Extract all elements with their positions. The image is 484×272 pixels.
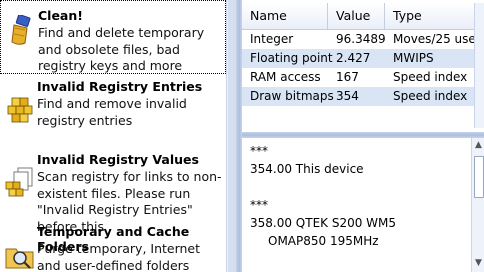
cell-value: 354	[336, 89, 359, 103]
tool-item-invalid-registry-entries[interactable]: Invalid Registry Entries Find and remove…	[0, 78, 226, 148]
cell-type: Speed index	[393, 89, 468, 103]
broom-icon	[11, 15, 31, 45]
registry-blocks-icon	[7, 97, 33, 123]
table-scrollbar[interactable]	[474, 3, 484, 128]
registry-files-icon	[5, 167, 33, 197]
tool-description: Find and remove invalid registry entries	[37, 96, 187, 128]
cell-name: Draw bitmaps	[250, 89, 334, 103]
cell-name: RAM access	[250, 70, 321, 84]
benchmark-table: Name Value Type Integer 96.3489 Moves/25…	[242, 0, 484, 130]
tool-description: Purge temporary, Internet and user-defin…	[37, 241, 201, 272]
cell-type: MWIPS	[393, 51, 434, 65]
log-scrollbar[interactable]: ▲ ▼	[471, 138, 484, 272]
tool-description: Find and delete temporary and obsolete f…	[38, 25, 205, 73]
cell-value: 96.3489	[336, 32, 386, 46]
column-header-name[interactable]: Name	[242, 3, 328, 29]
benchmark-panel: Name Value Type Integer 96.3489 Moves/25…	[242, 0, 484, 272]
tools-scrollbar-thumb[interactable]	[228, 0, 236, 272]
scroll-up-icon[interactable]: ▲	[475, 140, 482, 150]
log-line-reference-device: 358.00 QTEK S200 WM5	[250, 216, 397, 230]
tools-list: Clean! Find and delete temporary and obs…	[0, 0, 236, 272]
cell-value: 2.427	[336, 51, 371, 65]
tool-item-clean[interactable]: Clean! Find and delete temporary and obs…	[0, 0, 226, 74]
scroll-down-icon[interactable]: ▼	[475, 258, 482, 268]
tool-title: Clean!	[38, 8, 83, 23]
log-separator: ***	[250, 144, 268, 158]
cell-type: Moves/25 usec	[393, 32, 483, 46]
cell-name: Integer	[250, 32, 294, 46]
tool-title: Invalid Registry Values	[37, 152, 199, 167]
cell-type: Speed index	[393, 70, 468, 84]
tool-item-invalid-registry-values[interactable]: Invalid Registry Values Scan registry fo…	[0, 150, 226, 234]
folder-magnifier-icon	[5, 248, 34, 269]
cell-name: Floating point	[250, 51, 333, 65]
log-line-reference-cpu: OMAP850 195MHz	[268, 234, 379, 248]
tool-item-temporary-cache-folders[interactable]: Temporary and Cache Folders Purge tempor…	[0, 222, 226, 272]
table-row[interactable]: RAM access 167 Speed index	[242, 68, 484, 87]
tool-title: Invalid Registry Entries	[37, 79, 203, 94]
column-header-value[interactable]: Value	[328, 3, 385, 29]
table-row[interactable]: Draw bitmaps 354 Speed index	[242, 87, 484, 106]
cell-value: 167	[336, 70, 359, 84]
log-line-this-device: 354.00 This device	[250, 162, 364, 176]
results-log: *** 354.00 This device *** 358.00 QTEK S…	[242, 138, 484, 272]
log-scrollbar-thumb[interactable]	[474, 156, 484, 198]
tools-scrollbar[interactable]	[226, 0, 236, 272]
column-header-type[interactable]: Type	[385, 3, 474, 29]
table-header: Name Value Type	[242, 3, 484, 30]
log-separator: ***	[250, 198, 268, 212]
table-row[interactable]: Integer 96.3489 Moves/25 usec	[242, 30, 484, 49]
table-row[interactable]: Floating point 2.427 MWIPS	[242, 49, 484, 68]
